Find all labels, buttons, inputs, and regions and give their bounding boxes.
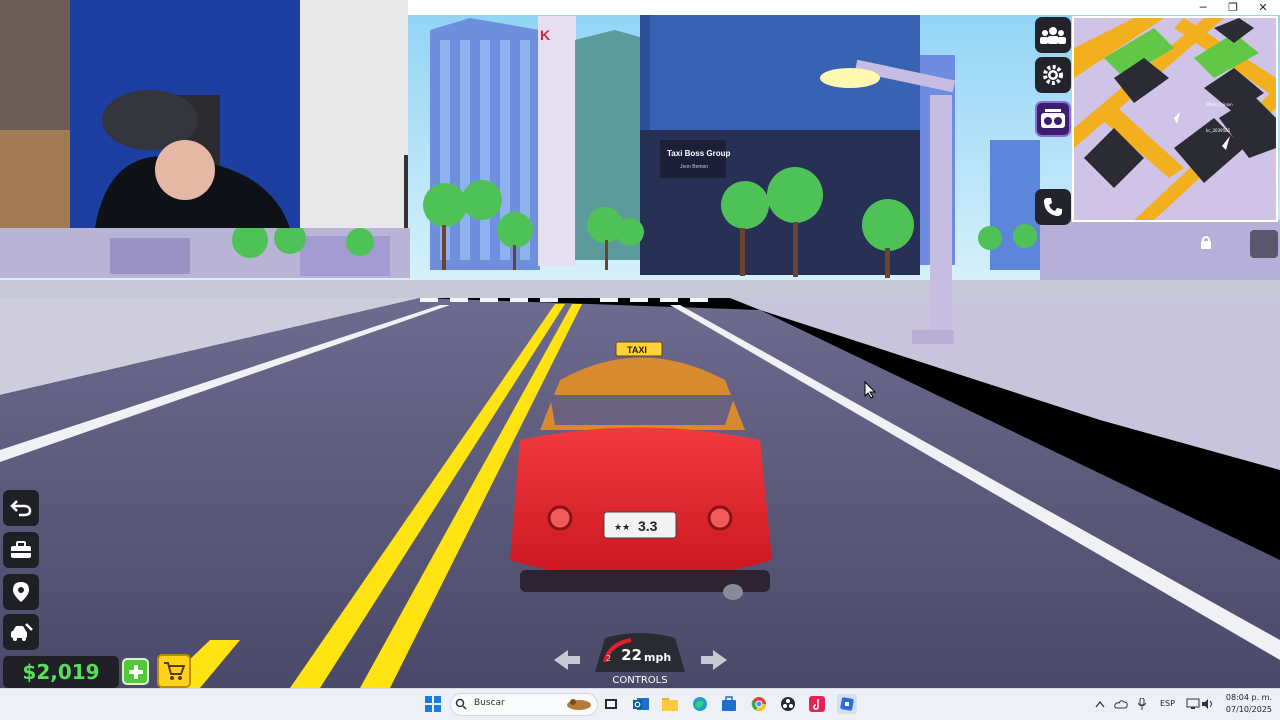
webcam-overlay bbox=[0, 0, 408, 228]
network-icon[interactable] bbox=[1186, 695, 1200, 713]
settings-gear-icon[interactable] bbox=[1035, 57, 1071, 93]
plus-icon[interactable] bbox=[122, 658, 149, 685]
speed-unit: mph bbox=[644, 651, 672, 664]
car-wrench-icon[interactable] bbox=[3, 614, 39, 650]
chrome-icon[interactable] bbox=[750, 695, 768, 713]
phone-icon[interactable] bbox=[1035, 189, 1071, 225]
search-highlight-image bbox=[564, 695, 594, 713]
steer-left-arrow-icon[interactable] bbox=[552, 648, 582, 672]
windows-start-icon[interactable] bbox=[424, 695, 442, 713]
close-button[interactable]: ✕ bbox=[1249, 0, 1277, 15]
gear-indicator: 2 bbox=[606, 654, 612, 663]
clock-time[interactable]: 08:04 p. m. bbox=[1212, 693, 1272, 702]
shopping-cart-icon[interactable] bbox=[157, 654, 191, 688]
steer-right-arrow-icon[interactable] bbox=[699, 648, 729, 672]
building-sign: Taxi Boss Group bbox=[667, 149, 731, 158]
task-view-icon[interactable] bbox=[602, 695, 620, 713]
search-placeholder: Buscar bbox=[474, 698, 505, 708]
money-balance: $2,019 bbox=[3, 656, 119, 688]
taxi-roof-sign: TAXI bbox=[627, 345, 647, 355]
restore-button[interactable]: ❐ bbox=[1219, 0, 1247, 15]
store-icon[interactable] bbox=[720, 695, 738, 713]
tiktok-icon[interactable] bbox=[808, 695, 826, 713]
file-explorer-icon[interactable] bbox=[661, 695, 679, 713]
search-icon bbox=[454, 697, 468, 711]
minimap-player-label-2: kc_2039565 bbox=[1206, 128, 1231, 133]
clock-date[interactable]: 07/10/2025 bbox=[1212, 705, 1272, 714]
undo-icon[interactable] bbox=[3, 490, 39, 526]
game-viewport[interactable]: K Taxi Boss Group Jeon Bemon TAXI 3.3 ★★… bbox=[0, 0, 1280, 688]
svg-text:★★: ★★ bbox=[614, 523, 630, 533]
minimize-button[interactable]: ─ bbox=[1189, 0, 1217, 15]
speed-value: 22 bbox=[621, 646, 642, 664]
lock-icon[interactable] bbox=[1197, 232, 1215, 252]
building-sign-sub: Jeon Bemon bbox=[680, 164, 708, 170]
location-pin-icon[interactable] bbox=[3, 574, 39, 610]
window-title-bar: ─ ❐ ✕ bbox=[408, 0, 1280, 15]
minimap-player-label-1: Whos_minion bbox=[1206, 102, 1233, 107]
obs-icon[interactable] bbox=[779, 695, 797, 713]
tray-chevron-icon[interactable] bbox=[1094, 695, 1106, 713]
minimap[interactable]: Whos_minion kc_2039565 bbox=[1072, 16, 1278, 222]
controls-button[interactable]: CONTROLS bbox=[600, 675, 680, 686]
tower-letter: K bbox=[540, 27, 550, 43]
onedrive-icon[interactable] bbox=[1114, 695, 1128, 713]
outlook-icon[interactable] bbox=[632, 695, 650, 713]
briefcase-icon[interactable] bbox=[3, 532, 39, 568]
radio-icon[interactable] bbox=[1035, 101, 1071, 137]
roblox-icon[interactable] bbox=[837, 694, 857, 714]
microphone-icon[interactable] bbox=[1136, 695, 1148, 713]
player-slot[interactable] bbox=[1250, 230, 1278, 258]
players-icon[interactable] bbox=[1035, 17, 1071, 53]
license-plate: 3.3 bbox=[638, 518, 658, 534]
language-indicator[interactable]: ESP bbox=[1160, 699, 1175, 708]
edge-icon[interactable] bbox=[691, 695, 709, 713]
mouse-cursor-icon bbox=[864, 381, 876, 399]
